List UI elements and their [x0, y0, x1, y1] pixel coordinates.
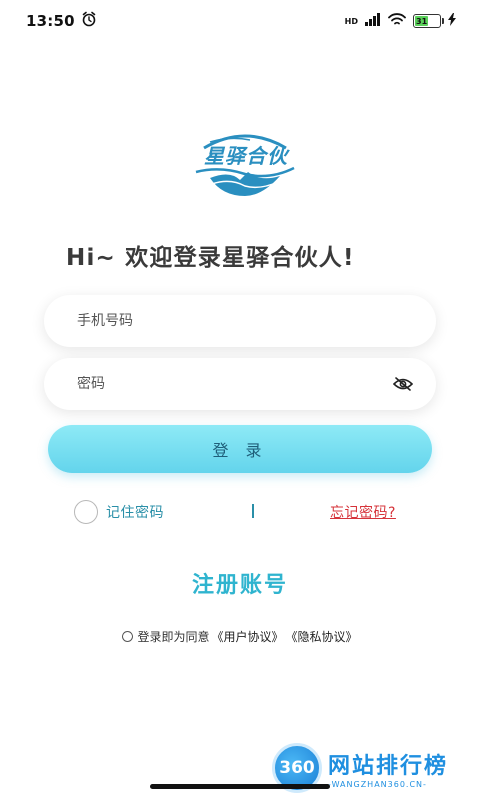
login-button[interactable]: 登 录 [48, 425, 432, 473]
divider [252, 504, 254, 518]
watermark-text: 网站排行榜 -WANGZHAN360.CN- [328, 748, 448, 789]
welcome-heading: Hi~ 欢迎登录星驿合伙人! [66, 238, 355, 272]
privacy-agreement-link[interactable]: 《隐私协议》 [286, 628, 358, 645]
status-right: HD 31 [345, 12, 456, 30]
agreement-row: 登录即为同意 《用户协议》 《隐私协议》 [0, 628, 480, 645]
phone-input[interactable] [77, 313, 414, 329]
status-time: 13:50 [26, 12, 75, 30]
logo-text: 星驿合伙 [196, 140, 296, 169]
eye-closed-icon[interactable] [392, 373, 414, 395]
battery-icon: 31 [413, 14, 441, 28]
home-indicator[interactable] [150, 784, 330, 789]
wifi-icon [388, 12, 406, 30]
user-agreement-link[interactable]: 《用户协议》 [211, 628, 283, 645]
charging-icon [448, 12, 456, 30]
watermark-title: 网站排行榜 [328, 748, 448, 780]
network-label: HD [345, 17, 358, 26]
password-field[interactable] [44, 358, 436, 410]
agreement-checkbox[interactable] [122, 631, 133, 642]
phone-field[interactable] [44, 295, 436, 347]
alarm-icon [81, 11, 97, 31]
status-bar: 13:50 HD 31 [0, 0, 480, 42]
status-left: 13:50 [26, 11, 97, 31]
remember-label: 记住密码 [106, 502, 164, 522]
forgot-password-link[interactable]: 忘记密码? [330, 502, 396, 522]
remember-radio[interactable] [74, 500, 98, 524]
register-link[interactable]: 注册账号 [0, 567, 480, 599]
password-input[interactable] [77, 376, 392, 392]
watermark-subtitle: -WANGZHAN360.CN- [328, 780, 448, 789]
agreement-prefix: 登录即为同意 [137, 628, 209, 645]
battery-level: 31 [415, 16, 428, 26]
signal-icon [365, 12, 381, 30]
remember-password[interactable]: 记住密码 [74, 500, 164, 524]
